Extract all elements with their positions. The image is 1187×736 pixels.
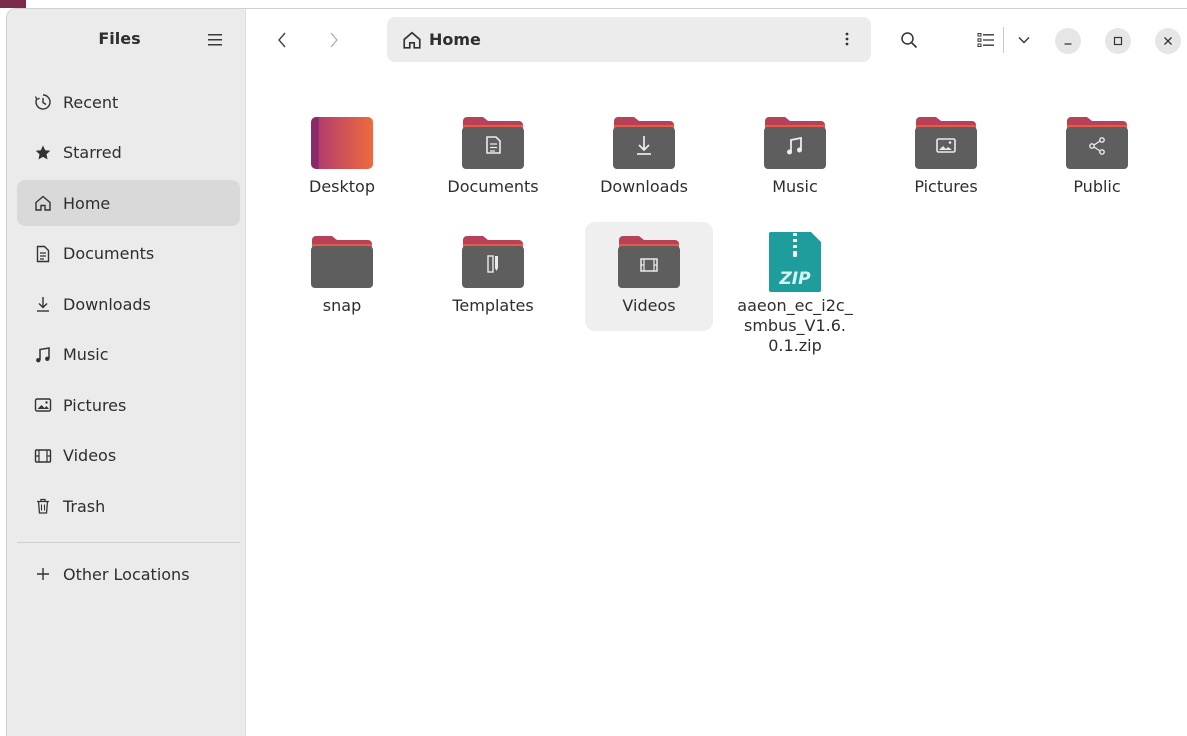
desktop-folder-icon <box>310 111 374 175</box>
file-item-templates[interactable]: Templates <box>429 222 557 331</box>
sidebar-item-music[interactable]: Music <box>17 332 240 378</box>
public-folder-icon <box>1065 111 1129 175</box>
clock-icon <box>33 92 53 112</box>
file-item-snap[interactable]: snap <box>278 222 406 331</box>
sidebar-item-other-locations[interactable]: Other Locations <box>17 551 240 597</box>
file-item-documents[interactable]: Documents <box>429 103 557 207</box>
file-name: Templates <box>452 296 534 315</box>
sidebar-item-label: Trash <box>63 496 106 516</box>
file-item-videos[interactable]: Videos <box>585 222 713 331</box>
home-icon <box>33 193 53 213</box>
pictures-folder-icon <box>914 111 978 175</box>
sidebar-item-label: Music <box>63 345 109 364</box>
back-button[interactable] <box>267 27 297 53</box>
file-name: Downloads <box>600 177 688 196</box>
document-icon <box>33 244 53 264</box>
accent-corner <box>0 0 26 8</box>
film-icon <box>33 446 53 466</box>
path-menu-button[interactable] <box>837 28 857 50</box>
templates-folder-icon <box>461 230 525 294</box>
maximize-button[interactable] <box>1105 28 1131 54</box>
sidebar-item-starred[interactable]: Starred <box>17 130 240 176</box>
downloads-folder-icon <box>612 111 676 175</box>
sidebar-item-label: Other Locations <box>63 564 190 584</box>
trash-icon <box>33 496 53 516</box>
documents-folder-icon <box>461 111 525 175</box>
file-item-downloads[interactable]: Downloads <box>580 103 708 207</box>
chevron-left-icon <box>278 32 286 48</box>
file-name: Desktop <box>309 177 375 196</box>
sidebar-item-downloads[interactable]: Downloads <box>17 281 240 327</box>
window-top-strip <box>0 0 1187 8</box>
other-locations-section: Other Locations <box>17 551 240 602</box>
sidebar-item-documents[interactable]: Documents <box>17 231 240 277</box>
search-button[interactable] <box>894 25 924 55</box>
file-item-zip[interactable]: ZIP aaeon_ec_i2c_smbus_V1.6.0.1.zip <box>731 222 859 372</box>
view-options-button[interactable] <box>1009 25 1039 55</box>
search-icon <box>901 32 918 49</box>
sidebar-item-label: Home <box>63 193 111 213</box>
file-grid: Desktop Documents Downloads Music Pictur… <box>247 71 1187 736</box>
file-item-desktop[interactable]: Desktop <box>278 103 406 207</box>
file-item-music[interactable]: Music <box>731 103 859 207</box>
forward-button[interactable] <box>319 27 349 53</box>
sidebar-item-label: Downloads <box>63 294 151 314</box>
view-separator <box>1003 27 1004 53</box>
sidebar-item-label: Recent <box>63 92 119 112</box>
chevron-down-icon <box>1018 37 1030 44</box>
star-icon <box>33 143 53 163</box>
vertical-dots-icon <box>845 32 849 46</box>
path-bar[interactable]: Home <box>387 17 871 62</box>
file-name: Public <box>1073 177 1121 196</box>
app-title: Files <box>98 29 141 48</box>
hamburger-icon <box>208 34 222 46</box>
sidebar-item-videos[interactable]: Videos <box>17 433 240 479</box>
maximize-icon <box>1113 36 1123 46</box>
file-name: Pictures <box>914 177 978 196</box>
chevron-right-icon <box>330 32 338 48</box>
places-list: Recent Starred Home Documents Downloads … <box>17 79 240 534</box>
sidebar-item-trash[interactable]: Trash <box>17 483 240 529</box>
sidebar-item-pictures[interactable]: Pictures <box>17 382 240 428</box>
sidebar-separator <box>17 542 240 543</box>
picture-icon <box>33 395 53 415</box>
svg-text:ZIP: ZIP <box>778 269 811 289</box>
plus-icon <box>33 564 53 584</box>
file-name: aaeon_ec_i2c_smbus_V1.6.0.1.zip <box>737 296 853 355</box>
sidebar: Files Recent Starred Home Documents Down… <box>7 9 246 736</box>
file-item-pictures[interactable]: Pictures <box>882 103 1010 207</box>
minimize-icon <box>1064 43 1072 45</box>
main-menu-button[interactable] <box>200 27 230 53</box>
file-name: snap <box>322 296 362 315</box>
header-bar: Home <box>247 9 1187 71</box>
sidebar-item-label: Starred <box>63 143 122 162</box>
zip-icon: ZIP <box>763 230 827 294</box>
sidebar-header: Files <box>7 9 246 71</box>
sidebar-item-home[interactable]: Home <box>17 180 240 226</box>
file-item-public[interactable]: Public <box>1033 103 1161 207</box>
videos-folder-icon <box>617 230 681 294</box>
sidebar-item-label: Videos <box>63 446 117 465</box>
folder-icon <box>310 230 374 294</box>
files-window: Files Recent Starred Home Documents Down… <box>6 8 1187 736</box>
download-icon <box>33 294 53 314</box>
path-label: Home <box>429 30 481 49</box>
sidebar-item-label: Pictures <box>63 395 127 415</box>
close-icon <box>1164 37 1172 45</box>
music-icon <box>33 345 53 365</box>
home-icon <box>401 29 423 51</box>
sidebar-item-label: Documents <box>63 244 155 263</box>
file-name: Music <box>772 177 818 196</box>
list-view-icon <box>977 33 994 47</box>
view-list-button[interactable] <box>971 25 1001 55</box>
minimize-button[interactable] <box>1055 28 1081 54</box>
close-button[interactable] <box>1155 28 1181 54</box>
file-name: Documents <box>447 177 539 196</box>
sidebar-item-recent[interactable]: Recent <box>17 79 240 125</box>
file-name: Videos <box>622 296 676 315</box>
music-folder-icon <box>763 111 827 175</box>
